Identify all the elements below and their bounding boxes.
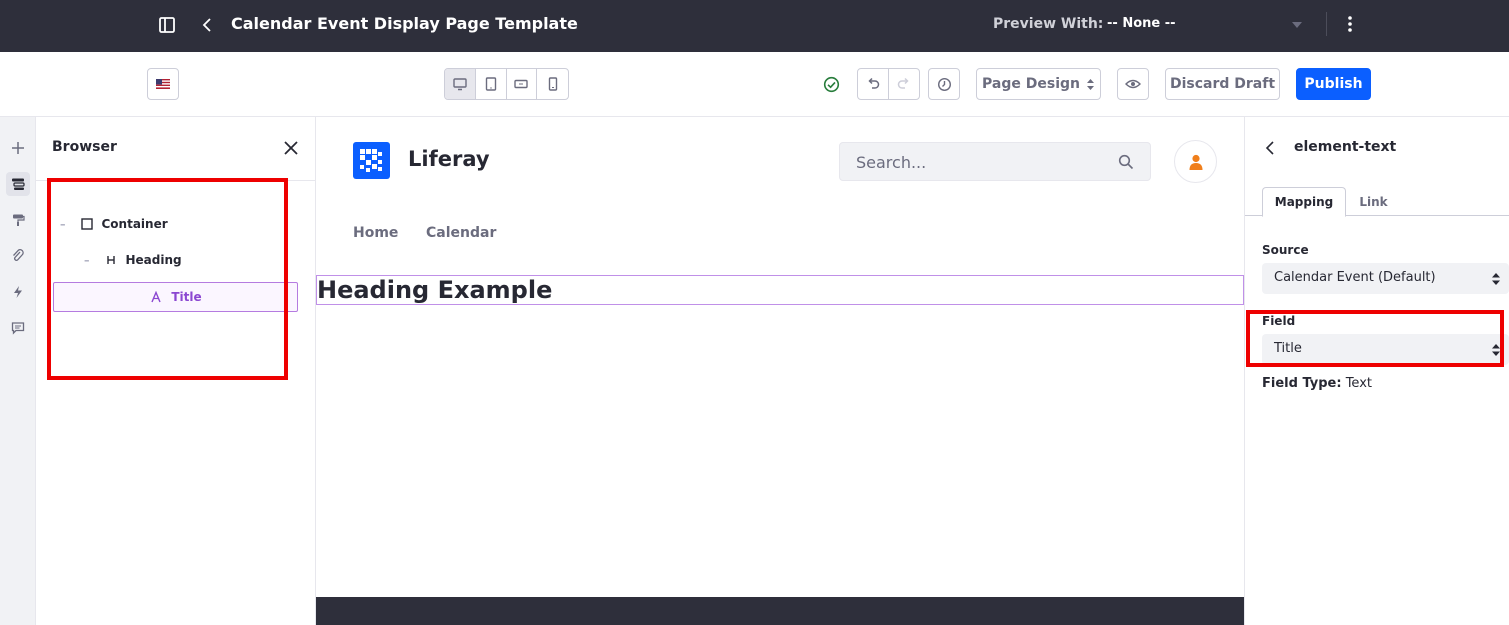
toolbar: Page Design Discard Draft Publish (0, 52, 1509, 117)
tablet-icon (485, 77, 496, 91)
bolt-icon[interactable] (6, 280, 30, 304)
comments-icon[interactable] (6, 316, 30, 340)
eye-icon (1125, 79, 1141, 89)
preview-with-label: Preview With: (993, 16, 1104, 32)
page-title: Calendar Event Display Page Template (231, 14, 578, 33)
redo-icon (897, 77, 909, 89)
panel-title: element-text (1294, 139, 1397, 155)
divider (1326, 12, 1327, 36)
field-type-label: Field Type: (1262, 376, 1342, 391)
user-avatar[interactable] (1174, 140, 1217, 183)
discard-draft-button[interactable]: Discard Draft (1165, 68, 1280, 100)
panel-tabs: Mapping Link (1245, 187, 1509, 217)
preview-with-select[interactable]: -- None -- (1098, 10, 1308, 40)
language-selector-button[interactable] (147, 68, 179, 100)
heading-text[interactable]: Heading Example (317, 276, 552, 304)
tab-mapping[interactable]: Mapping (1262, 187, 1346, 217)
search-placeholder: Search... (856, 153, 927, 172)
page-design-label: Page Design (982, 76, 1080, 92)
portrait-phone-icon (548, 77, 557, 91)
configuration-panel: element-text Mapping Link Source Calenda… (1244, 117, 1509, 625)
sidebar-rail (0, 117, 36, 625)
history-button[interactable] (928, 68, 960, 100)
device-preview-group (444, 68, 569, 100)
source-value: Calendar Event (Default) (1274, 270, 1436, 285)
portrait-phone-device-button[interactable] (537, 69, 568, 99)
landscape-phone-device-button[interactable] (507, 69, 538, 99)
nav-link-home[interactable]: Home (353, 225, 398, 241)
site-name[interactable]: Liferay (408, 147, 490, 171)
liferay-logo (353, 142, 390, 179)
browser-title: Browser (52, 139, 117, 155)
us-flag-icon (156, 79, 170, 89)
landscape-phone-icon (514, 79, 529, 89)
back-icon[interactable] (199, 15, 215, 35)
undo-icon (868, 77, 879, 89)
user-icon (1189, 154, 1202, 170)
field-type: Field Type: Text (1262, 376, 1372, 391)
publish-button[interactable]: Publish (1296, 68, 1371, 100)
search-icon[interactable] (1118, 154, 1134, 170)
kebab-menu-icon[interactable] (1342, 14, 1358, 34)
caret-down-icon (1292, 22, 1302, 28)
back-icon[interactable] (1263, 139, 1277, 157)
tablet-device-button[interactable] (476, 69, 507, 99)
paint-roller-icon[interactable] (6, 208, 30, 232)
undo-redo-group (857, 68, 920, 100)
browser-icon[interactable] (6, 172, 30, 196)
browser-header: Browser (36, 117, 316, 181)
select-arrows-icon (1492, 273, 1500, 285)
page-canvas: Liferay Search... Home Calendar Heading … (316, 117, 1244, 625)
preview-with-value: -- None -- (1107, 16, 1176, 31)
desktop-device-button[interactable] (445, 69, 476, 99)
page-footer (316, 597, 1244, 625)
paperclip-icon[interactable] (6, 244, 30, 268)
history-icon (937, 77, 951, 91)
redo-button[interactable] (889, 69, 919, 99)
check-circle-icon (823, 76, 840, 93)
add-fragment-icon[interactable] (6, 136, 30, 160)
field-type-value: Text (1345, 376, 1372, 391)
source-label: Source (1262, 243, 1309, 257)
page-design-button[interactable]: Page Design (976, 68, 1101, 100)
source-select[interactable]: Calendar Event (Default) (1262, 263, 1509, 294)
tab-link[interactable]: Link (1351, 187, 1396, 216)
select-arrows-icon (1086, 78, 1094, 90)
nav-link-calendar[interactable]: Calendar (426, 225, 496, 241)
close-icon[interactable] (282, 139, 300, 157)
heading-fragment[interactable]: Heading Example (316, 275, 1244, 305)
highlight-box (1246, 310, 1504, 367)
sidebar-toggle-icon[interactable] (158, 16, 176, 34)
search-input[interactable]: Search... (839, 142, 1151, 181)
desktop-icon (453, 78, 467, 91)
top-bar: Calendar Event Display Page Template Pre… (0, 0, 1509, 52)
undo-button[interactable] (858, 69, 889, 99)
highlight-box (47, 178, 288, 380)
preview-button[interactable] (1117, 68, 1149, 100)
